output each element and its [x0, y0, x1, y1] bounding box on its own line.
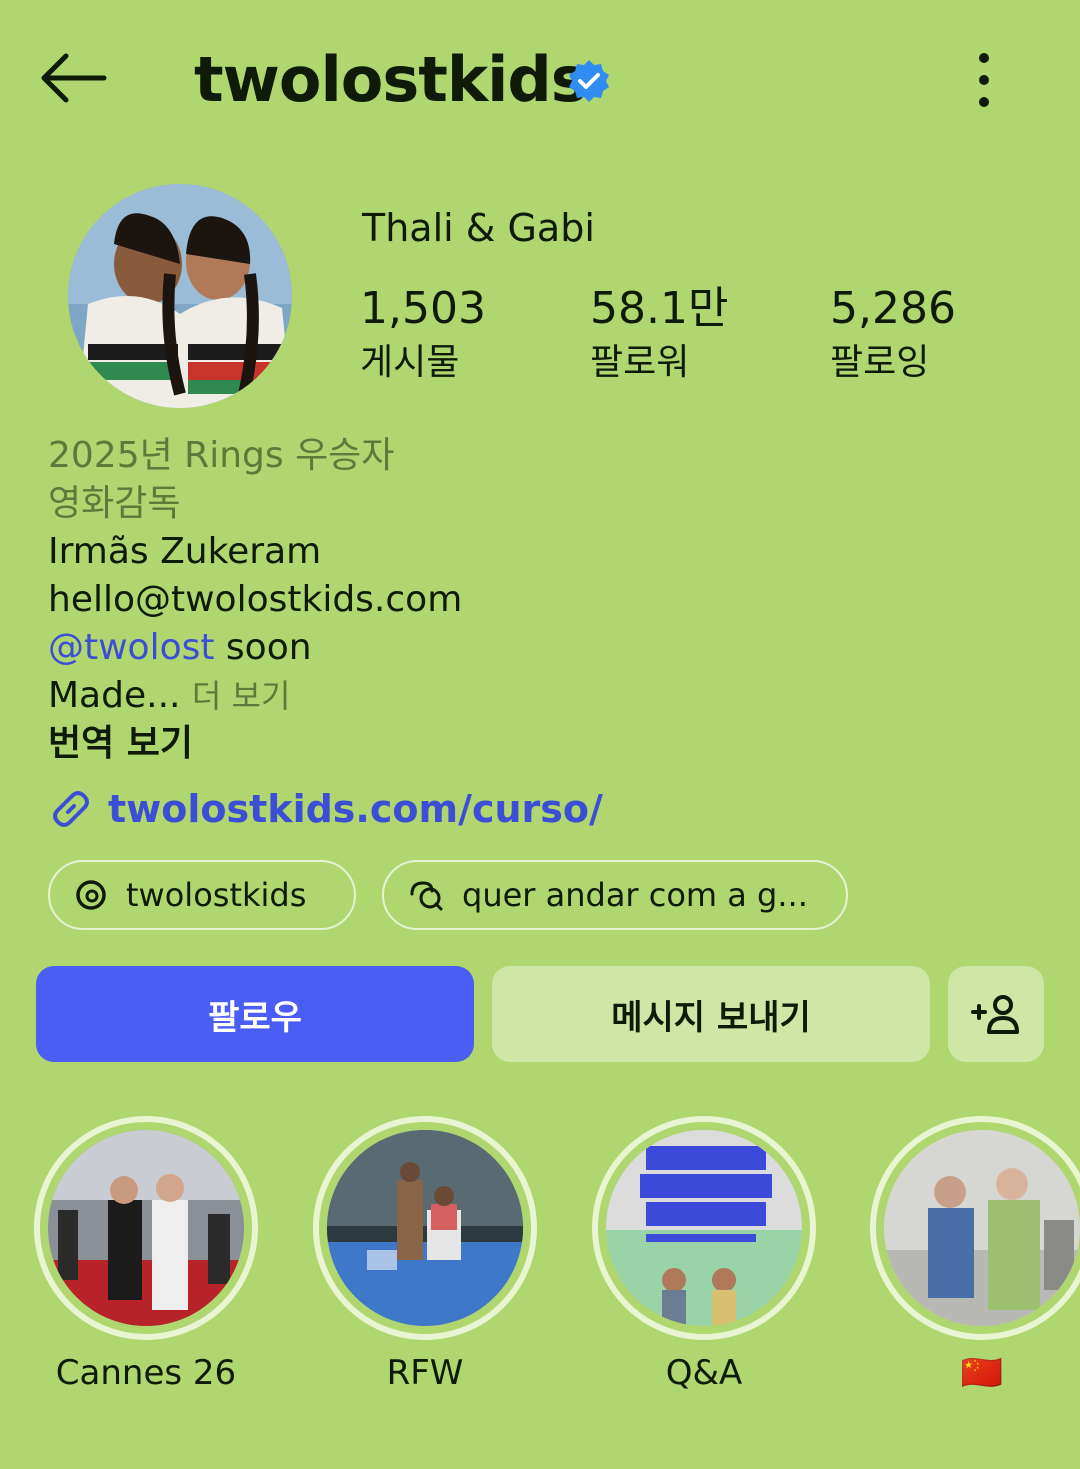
link-icon: [53, 791, 89, 827]
highlight-label: RFW: [386, 1353, 464, 1393]
back-button[interactable]: [36, 46, 108, 110]
highlight-image: [48, 1130, 244, 1326]
highlight-qa[interactable]: Q&A: [592, 1116, 816, 1396]
verified-badge-icon: [566, 58, 612, 104]
highlight-image: [606, 1130, 802, 1326]
stat-following-label: 팔로잉: [830, 342, 930, 383]
profile-avatar[interactable]: [68, 184, 292, 408]
bio-mention-at[interactable]: @: [48, 627, 84, 668]
bio-mention-suffix: soon: [214, 627, 312, 668]
highlight-ring: [34, 1116, 258, 1340]
follow-button[interactable]: 팔로우: [36, 966, 474, 1062]
highlight-label: Q&A: [665, 1353, 743, 1393]
bio-more-link[interactable]: 더 보기: [192, 677, 291, 715]
stat-followers-count: 58.1만: [590, 283, 729, 334]
highlight-image: [884, 1130, 1080, 1326]
highlight-ring: [592, 1116, 816, 1340]
note-chip-label: quer andar com a g...: [462, 876, 808, 914]
threads-icon: [76, 880, 106, 910]
stat-followers-label: 팔로워: [590, 342, 690, 383]
note-chip[interactable]: quer andar com a g...: [382, 860, 848, 930]
highlight-cannes[interactable]: Cannes 26: [34, 1116, 258, 1396]
highlight-ring: [870, 1116, 1080, 1340]
bio-mention[interactable]: twolost: [84, 627, 214, 668]
add-user-button[interactable]: [948, 966, 1044, 1062]
stat-following-count: 5,286: [830, 283, 956, 334]
highlight-china[interactable]: 🇨🇳: [870, 1116, 1080, 1396]
bio-line-1: Irmãs Zukeram: [48, 531, 322, 572]
highlight-label: Cannes 26: [55, 1353, 237, 1393]
bio-mention-line: @twolost soon: [48, 624, 1048, 672]
stat-posts-count: 1,503: [360, 283, 486, 334]
threads-chip-label: twolostkids: [126, 876, 307, 914]
profile-username: twolostkids: [194, 43, 588, 116]
bio-email[interactable]: hello@twolostkids.com: [48, 576, 1048, 624]
message-button[interactable]: 메시지 보내기: [492, 966, 930, 1062]
website-link-text[interactable]: twolostkids.com/curso/: [108, 787, 603, 831]
threads-chip[interactable]: twolostkids: [48, 860, 356, 930]
chat-bubbles-icon: [410, 881, 443, 911]
arrow-left-icon: [41, 53, 107, 103]
highlight-rfw[interactable]: RFW: [313, 1116, 537, 1396]
bio-truncated: Made...: [48, 675, 181, 716]
bio-category: 영화감독: [48, 483, 181, 524]
add-person-icon: [971, 995, 1019, 1034]
more-vertical-icon: [979, 53, 989, 107]
stat-following[interactable]: 5,286 팔로잉: [830, 282, 956, 388]
website-link[interactable]: twolostkids.com/curso/: [48, 782, 603, 836]
profile-display-name: Thali & Gabi: [362, 206, 595, 250]
profile-bio: 2025년 Rings 우승자 영화감독 Irmãs Zukeram hello…: [48, 432, 1048, 768]
stat-followers[interactable]: 58.1만 팔로워: [590, 282, 728, 388]
bio-award: 2025년 Rings 우승자: [48, 435, 395, 476]
more-options-button[interactable]: [964, 50, 1004, 110]
bio-truncated-line: Made... 더 보기: [48, 672, 1048, 720]
profile-header: twolostkids: [0, 0, 1080, 160]
translate-link[interactable]: 번역 보기: [48, 720, 1048, 768]
stat-posts[interactable]: 1,503 게시물: [360, 282, 486, 388]
highlight-image: [327, 1130, 523, 1326]
highlight-ring: [313, 1116, 537, 1340]
highlight-label: 🇨🇳: [960, 1353, 1004, 1393]
stat-posts-label: 게시물: [360, 342, 460, 383]
